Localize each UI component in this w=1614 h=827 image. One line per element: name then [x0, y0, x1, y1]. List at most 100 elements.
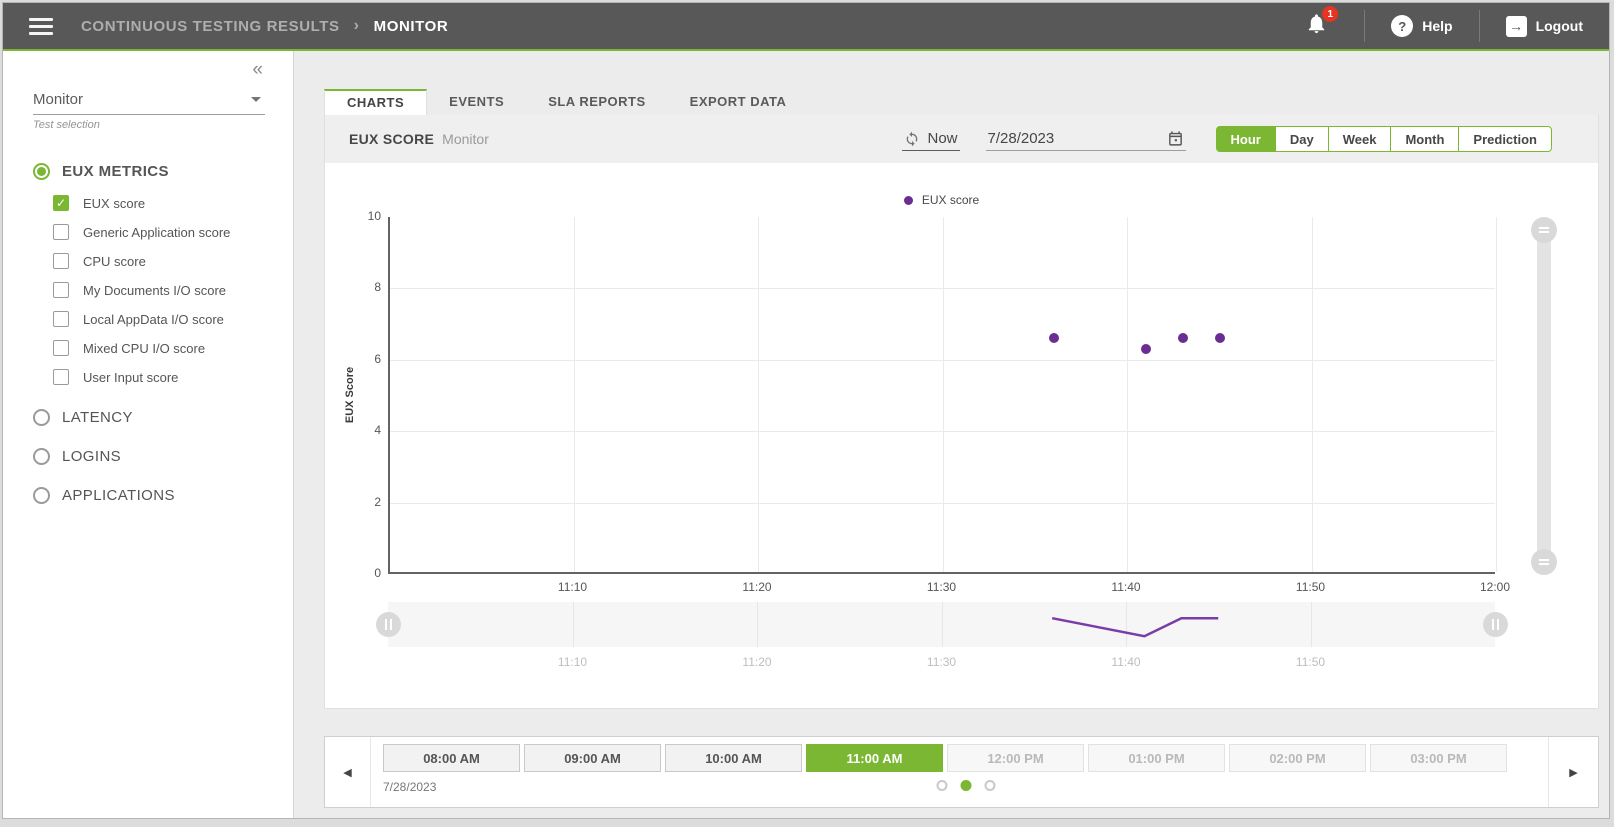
now-label: Now: [927, 130, 957, 147]
chevron-down-icon: [251, 97, 261, 102]
page-dots: [936, 780, 995, 791]
tab-events[interactable]: EVENTS: [427, 89, 526, 115]
time-slot-08-00-am[interactable]: 08:00 AM: [383, 744, 520, 772]
page-dot-3[interactable]: [984, 780, 995, 791]
prev-page-button[interactable]: ◀: [325, 737, 371, 807]
checkbox-icon: [53, 224, 69, 240]
metric-checkbox-label: User Input score: [83, 370, 178, 385]
navigator-tick-label: 11:50: [1281, 655, 1341, 669]
breadcrumb-root[interactable]: CONTINUOUS TESTING RESULTS: [81, 18, 340, 35]
metric-checkbox-local-appdata-i-o-score[interactable]: Local AppData I/O score: [53, 311, 293, 327]
breadcrumb-separator-icon: ›: [354, 17, 360, 35]
time-slot-01-00-pm[interactable]: 01:00 PM: [1088, 744, 1225, 772]
metric-checkbox-generic-application-score[interactable]: Generic Application score: [53, 224, 293, 240]
data-point[interactable]: [1141, 344, 1151, 354]
metric-group-label: LATENCY: [62, 409, 133, 426]
checkbox-icon: ✓: [53, 195, 69, 211]
time-slot-10-00-am[interactable]: 10:00 AM: [665, 744, 802, 772]
range-button-day[interactable]: Day: [1275, 126, 1329, 152]
time-slot-11-00-am[interactable]: 11:00 AM: [806, 744, 943, 772]
metric-group-logins[interactable]: LOGINS: [33, 448, 293, 465]
help-button[interactable]: ? Help: [1391, 15, 1452, 37]
legend-label: EUX score: [922, 193, 979, 207]
test-select-value: Monitor: [33, 91, 83, 108]
metric-group-label: APPLICATIONS: [62, 487, 175, 504]
time-bar-footer: 7/28/2023: [383, 778, 1548, 798]
metric-group-eux-metrics[interactable]: EUX METRICS: [33, 163, 293, 180]
tab-bar: CHARTSEVENTSSLA REPORTSEXPORT DATA: [324, 89, 1609, 115]
range-button-hour[interactable]: Hour: [1216, 126, 1276, 152]
y-tick-label: 6: [343, 352, 381, 366]
now-button[interactable]: Now: [902, 127, 959, 151]
navigator-line: [388, 602, 1495, 647]
notifications-button[interactable]: 1: [1295, 8, 1338, 44]
checkbox-icon: [53, 369, 69, 385]
data-point[interactable]: [1049, 333, 1059, 343]
time-slot-03-00-pm[interactable]: 03:00 PM: [1370, 744, 1507, 772]
y-tick-label: 4: [343, 423, 381, 437]
logout-icon: →: [1506, 16, 1527, 37]
tab-charts[interactable]: CHARTS: [324, 89, 427, 115]
next-page-button[interactable]: ▶: [1548, 737, 1598, 807]
hamburger-menu-icon[interactable]: [29, 18, 53, 35]
y-zoom-slider-track[interactable]: [1537, 217, 1551, 575]
app-window: CONTINUOUS TESTING RESULTS › MONITOR 1 ?…: [2, 2, 1610, 819]
metric-checkbox-cpu-score[interactable]: CPU score: [53, 253, 293, 269]
navigator[interactable]: [388, 602, 1495, 647]
checkbox-icon: [53, 282, 69, 298]
help-label: Help: [1422, 18, 1452, 34]
metric-checkbox-user-input-score[interactable]: User Input score: [53, 369, 293, 385]
sidebar-collapse-button[interactable]: «: [252, 59, 263, 81]
navigator-tick-label: 11:10: [543, 655, 603, 669]
chart-card: EUX SCORE Monitor Now 7/28/2023 HourDayW…: [324, 115, 1599, 709]
notification-badge: 1: [1322, 6, 1338, 22]
time-slot-09-00-am[interactable]: 09:00 AM: [524, 744, 661, 772]
legend-item[interactable]: EUX score: [904, 193, 979, 207]
range-button-prediction[interactable]: Prediction: [1458, 126, 1552, 152]
metric-group-label: EUX METRICS: [62, 163, 169, 180]
y-tick-label: 2: [343, 495, 381, 509]
metric-check-list: ✓EUX score Generic Application score CPU s…: [53, 195, 293, 385]
help-icon: ?: [1391, 15, 1413, 37]
data-point[interactable]: [1178, 333, 1188, 343]
y-tick-label: 10: [343, 209, 381, 223]
time-bar-date: 7/28/2023: [383, 780, 436, 794]
logout-button[interactable]: → Logout: [1506, 16, 1583, 37]
refresh-icon: [904, 131, 920, 147]
metric-groups: EUX METRICS ✓EUX score Generic Application…: [33, 163, 293, 504]
breadcrumb-current: MONITOR: [374, 18, 449, 35]
v-gridline: [1127, 217, 1128, 572]
page-dot-1[interactable]: [936, 780, 947, 791]
x-tick-label: 11:20: [727, 580, 787, 594]
metric-group-applications[interactable]: APPLICATIONS: [33, 487, 293, 504]
navigator-handle-right[interactable]: [1483, 612, 1508, 637]
y-zoom-slider-handle-top[interactable]: [1531, 217, 1557, 243]
metric-checkbox-label: Generic Application score: [83, 225, 230, 240]
date-input[interactable]: 7/28/2023: [986, 127, 1186, 151]
range-button-week[interactable]: Week: [1328, 126, 1392, 152]
metric-checkbox-label: My Documents I/O score: [83, 283, 226, 298]
time-slot-02-00-pm[interactable]: 02:00 PM: [1229, 744, 1366, 772]
top-bar-actions: 1 ? Help → Logout: [1295, 8, 1583, 44]
navigator-tick-label: 11:40: [1096, 655, 1156, 669]
range-button-month[interactable]: Month: [1390, 126, 1459, 152]
tab-sla-reports[interactable]: SLA REPORTS: [526, 89, 667, 115]
x-tick-label: 11:40: [1096, 580, 1156, 594]
y-zoom-slider-handle-bottom[interactable]: [1531, 549, 1557, 575]
logout-label: Logout: [1536, 18, 1583, 34]
tab-export-data[interactable]: EXPORT DATA: [668, 89, 809, 115]
radio-icon: [33, 448, 50, 465]
data-point[interactable]: [1215, 333, 1225, 343]
metric-checkbox-my-documents-i-o-score[interactable]: My Documents I/O score: [53, 282, 293, 298]
metric-group-latency[interactable]: LATENCY: [33, 409, 293, 426]
radio-icon: [33, 163, 50, 180]
navigator-handle-left[interactable]: [376, 612, 401, 637]
metric-checkbox-eux-score[interactable]: ✓EUX score: [53, 195, 293, 211]
metric-checkbox-mixed-cpu-i-o-score[interactable]: Mixed CPU I/O score: [53, 340, 293, 356]
legend-marker-icon: [904, 196, 913, 205]
time-slot-12-00-pm[interactable]: 12:00 PM: [947, 744, 1084, 772]
metric-checkbox-label: Local AppData I/O score: [83, 312, 224, 327]
range-button-group: HourDayWeekMonthPrediction: [1216, 126, 1553, 152]
test-select-dropdown[interactable]: Monitor: [33, 91, 265, 115]
page-dot-2[interactable]: [960, 780, 971, 791]
